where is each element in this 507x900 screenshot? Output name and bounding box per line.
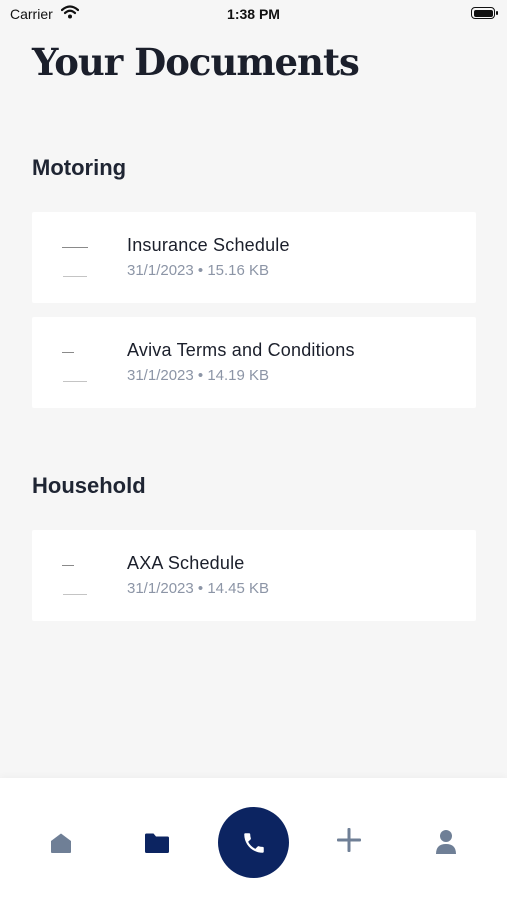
document-card[interactable]: Insurance Schedule 31/1/2023 • 15.16 KB bbox=[32, 212, 476, 303]
battery-icon bbox=[471, 7, 498, 19]
document-meta: 31/1/2023 • 14.45 KB bbox=[127, 580, 270, 597]
call-button[interactable] bbox=[218, 807, 289, 878]
document-name: Insurance Schedule bbox=[127, 235, 290, 255]
tab-home[interactable] bbox=[41, 823, 81, 863]
tab-profile[interactable] bbox=[426, 822, 466, 862]
document-name: AXA Schedule bbox=[127, 553, 245, 573]
phone-icon bbox=[243, 832, 264, 853]
document-card[interactable]: AXA Schedule 31/1/2023 • 14.45 KB bbox=[32, 530, 476, 621]
section-title-household: Household bbox=[32, 473, 146, 498]
clock: 1:38 PM bbox=[227, 6, 280, 22]
document-card[interactable]: Aviva Terms and Conditions 31/1/2023 • 1… bbox=[32, 317, 476, 408]
document-name: Aviva Terms and Conditions bbox=[127, 340, 355, 360]
folder-icon bbox=[145, 833, 169, 853]
home-icon bbox=[51, 833, 71, 853]
tab-bar bbox=[0, 778, 507, 900]
status-bar: Carrier 1:38 PM bbox=[0, 0, 507, 28]
tab-add[interactable] bbox=[329, 820, 369, 860]
document-thumbnail bbox=[52, 544, 98, 606]
page-title: Your Documents bbox=[32, 40, 360, 84]
document-thumbnail bbox=[52, 226, 98, 288]
document-meta: 31/1/2023 • 15.16 KB bbox=[127, 262, 270, 279]
section-title-motoring: Motoring bbox=[32, 155, 127, 180]
user-icon bbox=[436, 830, 456, 854]
plus-icon bbox=[337, 828, 361, 852]
tab-documents[interactable] bbox=[137, 823, 177, 863]
document-meta: 31/1/2023 • 14.19 KB bbox=[127, 367, 270, 384]
document-thumbnail bbox=[52, 331, 98, 393]
